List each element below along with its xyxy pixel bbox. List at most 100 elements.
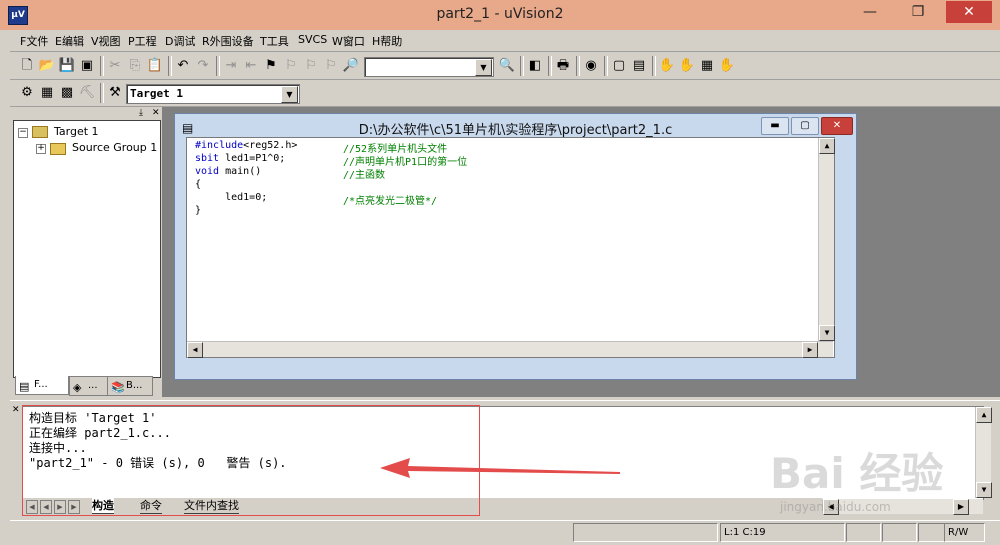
menu-edit[interactable]: E编辑 [55,33,84,49]
new-file-icon[interactable]: 🗋 [18,57,36,75]
target-icon [32,126,48,138]
copy-icon[interactable]: ⎘ [126,57,144,75]
regs-icon: ◈ [73,381,82,394]
breakpoint-kill-icon[interactable]: ✋ [718,57,736,75]
title-bar: μV part2_1 - uVision2 — ❐ ✕ [0,0,1000,30]
window-icon[interactable]: ▢ [610,57,628,75]
watermark-url: jingyan.baidu.com [780,500,891,514]
menu-window[interactable]: W窗口 [332,33,365,49]
paste-icon[interactable]: 📋 [146,57,164,75]
stop-build-icon[interactable]: ⛏ [78,84,96,102]
rebuild-icon[interactable]: ▩ [58,84,76,102]
find-icon[interactable]: 🔍 [498,57,516,75]
chevron-down-icon[interactable]: ▼ [281,86,298,103]
target-select[interactable]: Target 1 ▼ [126,84,300,104]
editor-minimize-button[interactable]: ▬ [761,117,789,135]
status-panel [573,523,718,542]
output-close-icon[interactable]: ✕ [12,405,20,415]
menu-help[interactable]: H帮助 [372,33,402,49]
options-icon[interactable]: ⚒ [106,84,124,102]
zoom-icon[interactable]: ◉ [582,57,600,75]
bookmark-icon[interactable]: ⚑ [262,57,280,75]
hand-icon[interactable]: ✋ [658,57,676,75]
debug-session-icon[interactable]: ◧ [526,57,544,75]
scroll-up-icon[interactable]: ▲ [976,407,992,423]
menu-debug[interactable]: D调试 [165,33,195,49]
print-icon[interactable]: 🖶 [554,57,572,75]
project-panel-header: ⤓ ✕ [13,108,161,119]
books-icon: 📚 [111,381,125,394]
editor-close-button[interactable]: ✕ [821,117,853,135]
target-select-value: Target 1 [130,87,183,100]
close-button[interactable]: ✕ [946,1,992,23]
tree-target-label: Target 1 [54,125,99,138]
breakpoint-icon[interactable]: ✋ [678,57,696,75]
panel-close-icon[interactable]: ✕ [152,108,160,118]
editor-restore-button[interactable]: ▢ [791,117,819,135]
panel-pin-icon[interactable]: ⤓ [139,108,143,118]
cut-icon[interactable]: ✂ [106,57,124,75]
menu-peripherals[interactable]: R外围设备 [202,33,254,49]
files-icon: ▤ [19,380,30,393]
tree-group-label: Source Group 1 [72,141,158,154]
save-all-icon[interactable]: ▣ [78,57,96,75]
minimize-button[interactable]: — [848,1,892,23]
bookmark-clear-icon[interactable]: ⚐ [322,57,340,75]
menu-svcs[interactable]: SVCS [298,33,327,46]
project-tree: − Target 1 + Source Group 1 [13,120,161,378]
save-icon[interactable]: 💾 [58,57,76,75]
undo-icon[interactable]: ↶ [174,57,192,75]
status-position: L:1 C:19 [720,523,845,542]
status-panel [882,523,917,542]
menu-file[interactable]: F文件 [20,33,48,49]
output-vscrollbar[interactable]: ▲ ▼ [975,407,992,498]
code-line: { [195,179,202,190]
output-window-icon[interactable]: ▤ [630,57,648,75]
code-line: #include<reg52.h>//52系列单片机头文件 [195,140,448,155]
collapse-icon[interactable]: − [18,128,28,138]
code-editor[interactable]: #include<reg52.h>//52系列单片机头文件 sbit led1=… [186,137,835,358]
maximize-button[interactable]: ❐ [896,1,940,23]
unindent-icon[interactable]: ⇤ [242,57,260,75]
open-folder-icon[interactable]: 📂 [38,57,56,75]
indent-icon[interactable]: ⇥ [222,57,240,75]
toolbar-build: ⚙ ▦ ▩ ⛏ ⚒ Target 1 ▼ [10,80,1000,107]
code-line: sbit led1=P1^0;//声明单片机P1口的第一位 [195,153,468,168]
bookmark-next-icon[interactable]: ⚐ [282,57,300,75]
tab-files[interactable]: ▤ F... [15,376,69,395]
status-panel [846,523,881,542]
menu-project[interactable]: P工程 [128,33,157,49]
status-bar: L:1 C:19 R/W [10,520,1000,545]
expand-icon[interactable]: + [36,144,46,154]
scroll-down-icon[interactable]: ▼ [976,482,992,498]
find-combo[interactable]: ▼ [364,57,494,77]
build-icon[interactable]: ▦ [38,84,56,102]
menu-bar: F文件 E编辑 V视图 P工程 D调试 R外围设备 T工具 SVCS W窗口 H… [10,30,1000,52]
code-line: led1=0;/*点亮发光二极管*/ [195,192,438,207]
code-line: void main()//主函数 [195,166,386,181]
status-panel [918,523,945,542]
toolbar-main: 🗋 📂 💾 ▣ ✂ ⎘ 📋 ↶ ↷ ⇥ ⇤ ⚑ ⚐ ⚐ ⚐ 🔎 ▼ 🔍 ◧ 🖶 … [10,53,1000,80]
scroll-right-icon[interactable]: ▶ [953,499,969,515]
folder-icon [50,143,66,155]
scroll-up-icon[interactable]: ▲ [819,138,835,154]
bookmark-prev-icon[interactable]: ⚐ [302,57,320,75]
menu-view[interactable]: V视图 [91,33,121,49]
menu-tools[interactable]: T工具 [260,33,289,49]
scroll-down-icon[interactable]: ▼ [819,325,835,341]
chevron-down-icon[interactable]: ▼ [475,59,492,76]
editor-hscrollbar[interactable]: ◀ ▶ [187,341,833,358]
compile-icon[interactable]: ⚙ [18,84,36,102]
tab-books[interactable]: 📚 B... [107,376,153,396]
code-line: } [195,205,202,216]
scroll-left-icon[interactable]: ◀ [187,342,203,358]
breakpoint-disable-icon[interactable]: ▦ [698,57,716,75]
status-mode: R/W [944,523,985,542]
find-in-files-icon[interactable]: 🔎 [342,57,360,75]
editor-vscrollbar[interactable]: ▲ ▼ [818,138,835,341]
annotation-arrow [380,458,620,478]
editor-title: D:\办公软件\c\51单片机\实验程序\project\part2_1.c [358,123,673,138]
project-tabs: ▤ F... ◈... 📚 B... [13,376,159,396]
redo-icon[interactable]: ↷ [194,57,212,75]
scroll-right-icon[interactable]: ▶ [802,342,818,358]
